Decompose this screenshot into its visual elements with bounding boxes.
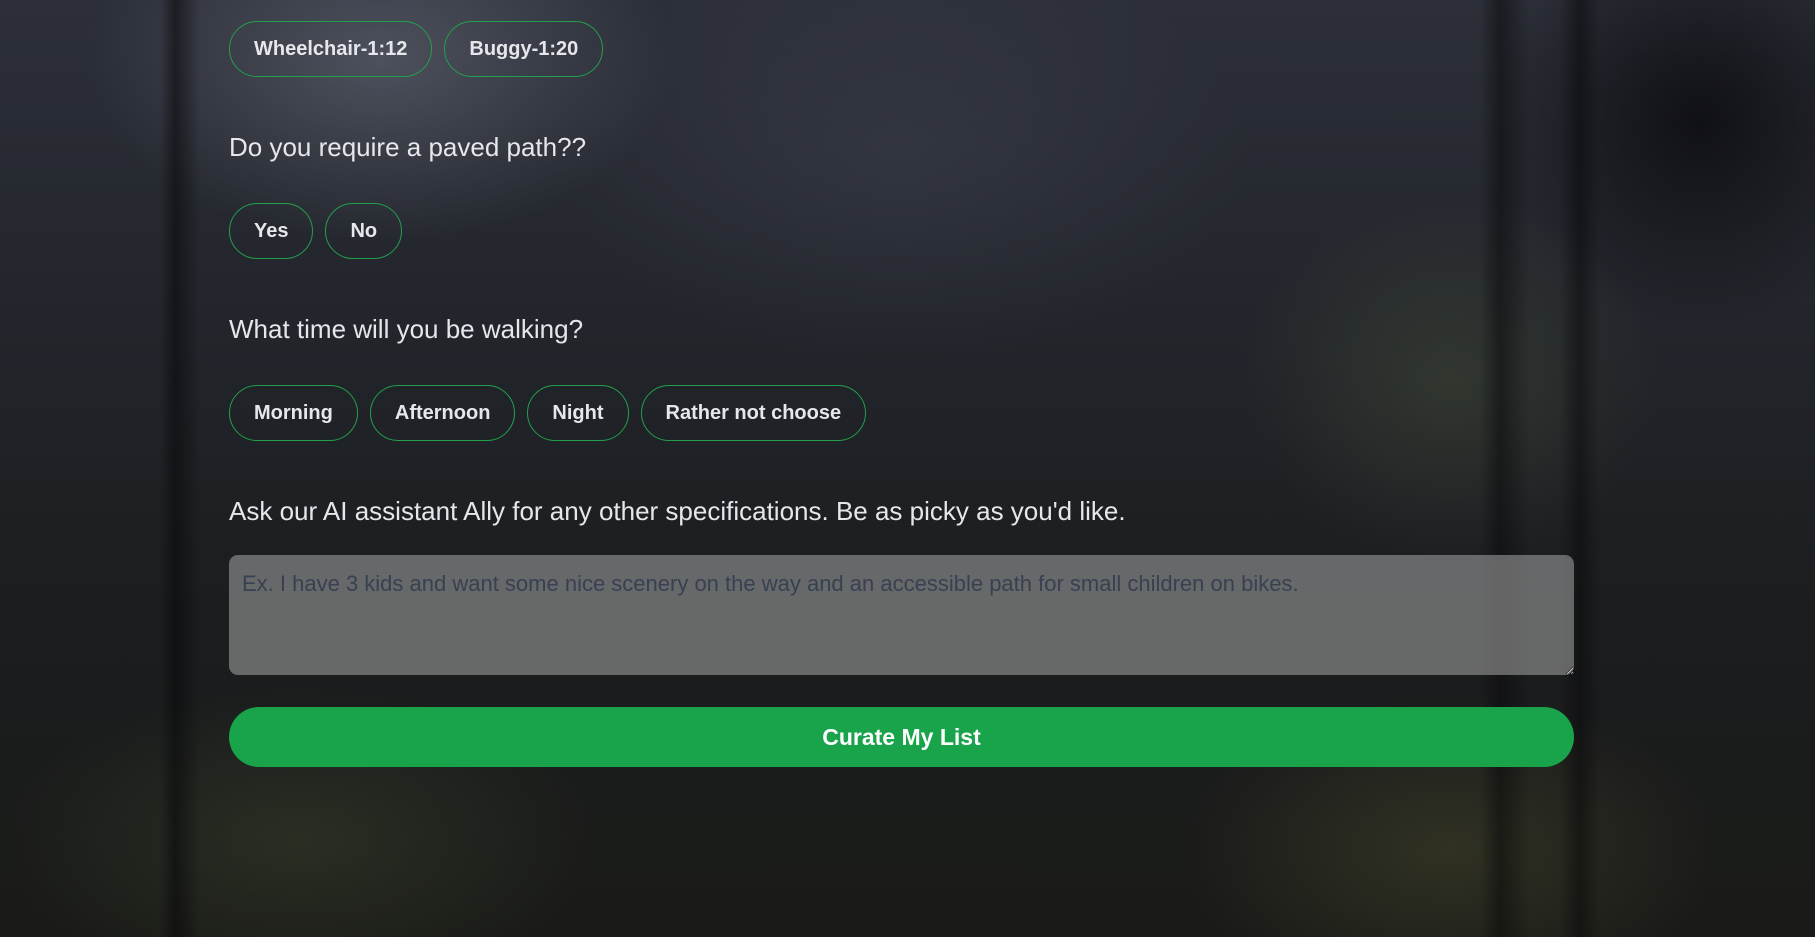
- assistant-input-wrapper: [229, 555, 1574, 675]
- curate-list-button[interactable]: Curate My List: [229, 707, 1574, 767]
- option-rather-not-choose[interactable]: Rather not choose: [640, 385, 867, 441]
- option-wheelchair[interactable]: Wheelchair-1:12: [229, 21, 433, 77]
- paved-path-question: Do you require a paved path??: [229, 132, 587, 162]
- walking-time-question: What time will you be walking?: [229, 314, 584, 344]
- option-night[interactable]: Night: [527, 385, 629, 441]
- option-no[interactable]: No: [325, 203, 403, 259]
- option-yes[interactable]: Yes: [229, 203, 314, 259]
- assistant-prompt-label: Ask our AI assistant Ally for any other …: [229, 496, 1126, 526]
- option-morning[interactable]: Morning: [229, 385, 358, 441]
- mobility-options: Wheelchair-1:12 Buggy-1:20: [229, 21, 604, 77]
- option-afternoon[interactable]: Afternoon: [369, 385, 516, 441]
- option-buggy[interactable]: Buggy-1:20: [444, 21, 604, 77]
- walking-time-options: Morning Afternoon Night Rather not choos…: [229, 385, 867, 441]
- paved-path-options: Yes No: [229, 203, 403, 259]
- assistant-specifications-textarea[interactable]: [229, 555, 1574, 675]
